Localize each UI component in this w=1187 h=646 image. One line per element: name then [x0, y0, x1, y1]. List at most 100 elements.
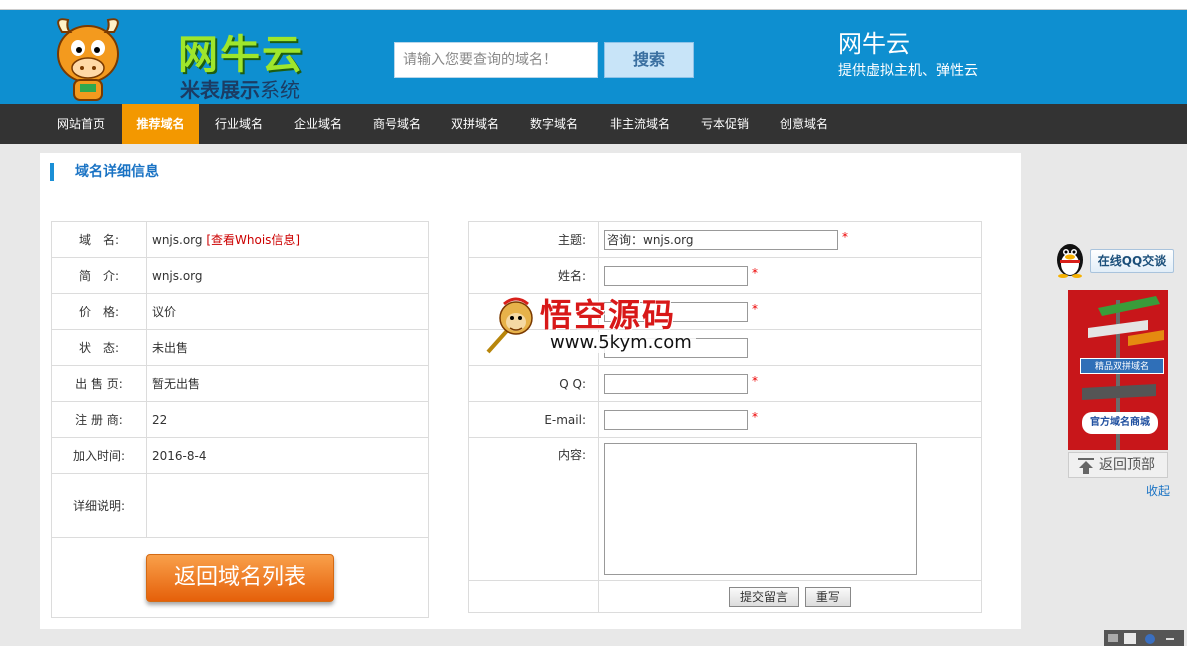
qq-chat-widget[interactable]: 在线QQ交谈 [1050, 238, 1176, 278]
qq-penguin-icon [1057, 244, 1083, 278]
table-row: 域 名: wnjs.org [查看Whois信息] [51, 221, 429, 258]
detail-value: 2016-8-4 [146, 437, 429, 474]
name-label: 姓名: [468, 257, 599, 294]
table-row: 简 介: wnjs.org [51, 257, 429, 294]
subject-field[interactable]: 咨询：wnjs.org [604, 229, 838, 250]
toolbar-icons [1108, 633, 1174, 644]
nav-item-industry[interactable]: 行业域名 [202, 104, 276, 144]
detail-label: 注 册 商: [51, 401, 147, 438]
email-field[interactable] [604, 409, 748, 430]
content-panel: 域名详细信息 域 名: wnjs.org [查看Whois信息] 简 介: wn… [40, 153, 1021, 629]
required-mark: * [752, 265, 758, 280]
detail-value: 暂无出售 [146, 365, 429, 402]
subject-label: 主题: [468, 221, 599, 258]
detail-label: 出 售 页: [51, 365, 147, 402]
table-row: 注 册 商: 22 [51, 401, 429, 438]
table-row: 主题: 咨询：wnjs.org * [468, 221, 982, 258]
detail-value: 未出售 [146, 329, 429, 366]
email-cell: * [598, 401, 982, 438]
qq-cell: * [598, 365, 982, 402]
table-row: 提交留言 重写 [468, 580, 982, 613]
detail-label: 详细说明: [51, 473, 147, 538]
ad-label-shop: 官方域名商城 [1082, 412, 1158, 434]
main-nav: 网站首页 推荐域名 行业域名 企业域名 商号域名 双拼域名 数字域名 非主流域名… [0, 104, 1187, 144]
inquiry-form-table: 主题: 咨询：wnjs.org * 姓名: * * Q Q: * E-mail: … [468, 221, 982, 613]
qq-chat-label[interactable]: 在线QQ交谈 [1090, 249, 1174, 273]
required-mark: * [752, 301, 758, 316]
address-label [468, 329, 599, 366]
nav-item-home[interactable]: 网站首页 [44, 104, 118, 144]
detail-label: 价 格: [51, 293, 147, 330]
phone-label [468, 293, 599, 330]
detail-value: 议价 [146, 293, 429, 330]
empty-label [468, 580, 599, 613]
logo-sub-thin: 系统 [260, 78, 300, 102]
search-button[interactable]: 搜索 [604, 42, 694, 78]
table-row: 姓名: * [468, 257, 982, 294]
domain-details-table: 域 名: wnjs.org [查看Whois信息] 简 介: wnjs.org … [51, 221, 429, 618]
required-mark: * [842, 229, 848, 244]
table-row: Q Q: * [468, 365, 982, 402]
ime-toolbar[interactable] [1104, 630, 1184, 646]
reset-button[interactable]: 重写 [804, 586, 851, 607]
detail-value: 22 [146, 401, 429, 438]
nav-item-alternative[interactable]: 非主流域名 [596, 104, 684, 144]
whois-link[interactable]: [查看Whois信息] [206, 233, 300, 247]
qq-label: Q Q: [468, 365, 599, 402]
address-field[interactable] [604, 337, 748, 358]
nav-item-brand[interactable]: 商号域名 [360, 104, 434, 144]
section-title: 域名详细信息 [50, 163, 159, 181]
detail-label: 简 介: [51, 257, 147, 294]
cow-mascot-icon [57, 18, 119, 101]
site-logo[interactable]: 网牛云 米表展示系统 [44, 14, 302, 102]
table-row: 出 售 页: 暂无出售 [51, 365, 429, 402]
phone-cell: * [598, 293, 982, 330]
back-cell: 返回域名列表 [51, 537, 429, 618]
detail-value [146, 473, 429, 538]
domain-search-input[interactable]: 请输入您要查询的域名！ [394, 42, 598, 78]
arrow-up-icon [1078, 458, 1094, 474]
detail-label: 状 态: [51, 329, 147, 366]
back-to-list-button[interactable]: 返回域名列表 [146, 553, 334, 602]
collapse-link[interactable]: 收起 [1146, 482, 1170, 499]
address-cell [598, 329, 982, 366]
domain-value: wnjs.org [152, 233, 203, 247]
table-row: * [468, 293, 982, 330]
browser-top-strip [0, 0, 1187, 10]
nav-item-recommended[interactable]: 推荐域名 [122, 104, 199, 144]
table-row: 价 格: 议价 [51, 293, 429, 330]
table-row: 加入时间: 2016-8-4 [51, 437, 429, 474]
content-cell [598, 437, 982, 581]
logo-title: 网牛云 [178, 32, 304, 78]
brand-name: 网牛云 [838, 30, 910, 58]
email-label: E-mail: [468, 401, 599, 438]
sidebar-ad-banner[interactable]: 精品双拼域名 官方域名商城 [1068, 290, 1168, 450]
nav-item-enterprise[interactable]: 企业域名 [281, 104, 355, 144]
required-mark: * [752, 373, 758, 388]
phone-field[interactable] [604, 301, 748, 322]
detail-label: 加入时间: [51, 437, 147, 474]
back-to-top-button[interactable]: 返回顶部 [1068, 452, 1168, 478]
logo-subtitle: 米表展示系统 [180, 74, 300, 103]
table-row [468, 329, 982, 366]
required-mark: * [752, 409, 758, 424]
nav-item-pinyin[interactable]: 双拼域名 [438, 104, 512, 144]
qq-field[interactable] [604, 373, 748, 394]
submit-button[interactable]: 提交留言 [729, 586, 800, 607]
nav-item-promotion[interactable]: 亏本促销 [688, 104, 762, 144]
brand-slogan: 提供虚拟主机、弹性云 [838, 63, 978, 79]
brand-block: 网牛云 提供虚拟主机、弹性云 [838, 28, 978, 82]
nav-item-creative[interactable]: 创意域名 [767, 104, 841, 144]
table-row: 内容: [468, 437, 982, 581]
name-cell: * [598, 257, 982, 294]
back-to-top-label: 返回顶部 [1099, 457, 1155, 473]
name-field[interactable] [604, 265, 748, 286]
detail-label: 域 名: [51, 221, 147, 258]
detail-value: wnjs.org [查看Whois信息] [146, 221, 429, 258]
subject-cell: 咨询：wnjs.org * [598, 221, 982, 258]
nav-item-numeric[interactable]: 数字域名 [517, 104, 591, 144]
content-textarea[interactable] [604, 443, 917, 575]
detail-value: wnjs.org [146, 257, 429, 294]
content-label: 内容: [468, 437, 599, 581]
logo-sub-bold: 米表展示 [180, 78, 260, 102]
